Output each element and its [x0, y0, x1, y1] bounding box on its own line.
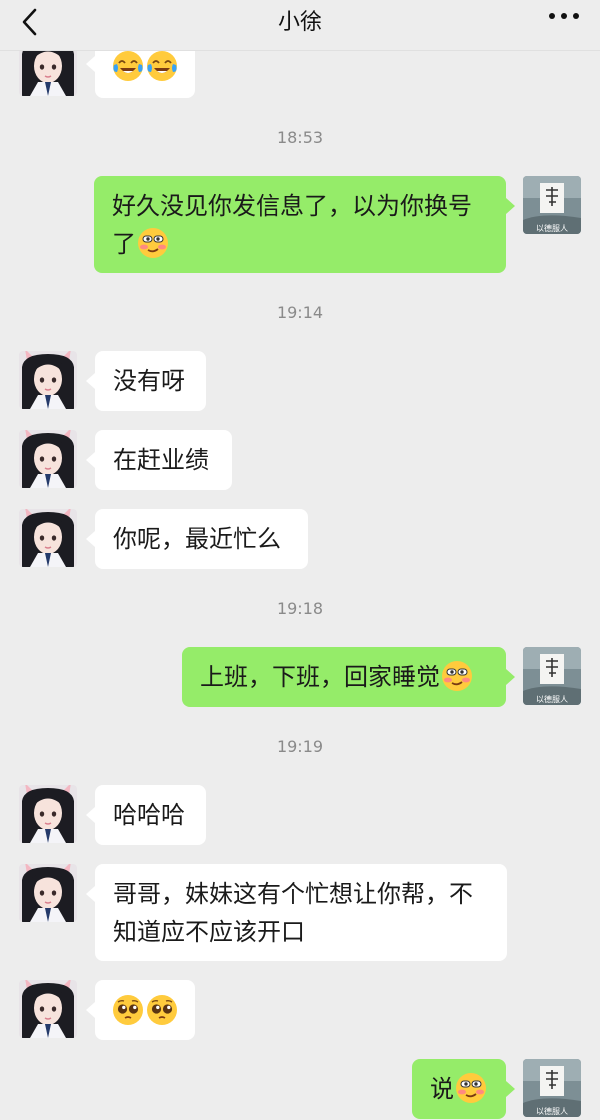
message-bubble-outgoing[interactable]: 好久没见你发信息了，以为你换号 了 [94, 176, 515, 273]
message-text: 没有呀 [113, 367, 185, 395]
smirk-emoji [455, 1072, 487, 1104]
timestamp: 19:18 [276, 599, 324, 618]
contact-avatar-image [19, 980, 77, 1038]
timestamp: 19:19 [276, 737, 324, 756]
smirk-emoji [137, 227, 169, 259]
pleading-emoji [112, 994, 144, 1026]
contact-avatar-image [19, 864, 77, 922]
message-text: 哈哈哈 [113, 801, 185, 829]
message-text: 说 [430, 1075, 454, 1103]
self-avatar[interactable]: 以德服人 [523, 647, 581, 705]
svg-text:以德服人: 以德服人 [536, 223, 568, 233]
message-text: 上班，下班，回家睡觉 [200, 663, 440, 691]
message-text: 知道应不应该开口 [113, 918, 305, 946]
contact-avatar[interactable] [19, 509, 77, 567]
message-bubble-incoming[interactable]: 没有呀 [86, 351, 206, 411]
message-bubble-outgoing[interactable]: 上班，下班，回家睡觉 [182, 647, 515, 707]
contact-avatar[interactable] [19, 980, 77, 1038]
contact-avatar-image [19, 509, 77, 567]
smirk-emoji [441, 660, 473, 692]
message-bubble-incoming[interactable]: 哈哈哈 [86, 785, 206, 845]
contact-avatar[interactable] [19, 785, 77, 843]
message-text: 哥哥，妹妹这有个忙想让你帮，不 [113, 880, 473, 908]
self-avatar[interactable]: 以德服人 [523, 176, 581, 234]
self-avatar[interactable]: 以德服人 [523, 1059, 581, 1117]
timestamp: 19:14 [276, 303, 324, 322]
contact-avatar-image [19, 785, 77, 843]
laugh-cry-emoji [112, 50, 144, 82]
more-button[interactable] [542, 2, 586, 32]
message-text: 了 [112, 230, 136, 258]
chat-header: 小徐 [0, 0, 600, 51]
message-bubble-incoming[interactable] [86, 980, 195, 1040]
contact-avatar[interactable] [19, 351, 77, 409]
chat-title: 小徐 [277, 10, 322, 35]
contact-avatar[interactable] [19, 864, 77, 922]
message-bubble-outgoing[interactable]: 说 [412, 1059, 515, 1119]
message-text: 好久没见你发信息了，以为你换号 [112, 192, 472, 220]
svg-text:以德服人: 以德服人 [536, 694, 568, 704]
message-bubble-incoming[interactable]: 你呢，最近忙么 [86, 509, 308, 569]
self-avatar-image: 以德服人 [523, 1059, 581, 1117]
pleading-emoji [146, 994, 178, 1026]
message-bubble-incoming[interactable]: 在赶业绩 [86, 430, 232, 490]
message-text: 在赶业绩 [113, 446, 209, 474]
timestamp: 18:53 [276, 128, 324, 147]
message-text: 你呢，最近忙么 [113, 525, 281, 553]
contact-avatar[interactable] [19, 430, 77, 488]
ellipsis-icon [549, 13, 579, 19]
self-avatar-image: 以德服人 [523, 176, 581, 234]
message-bubble-incoming[interactable]: 哥哥，妹妹这有个忙想让你帮，不 知道应不应该开口 [86, 864, 507, 961]
contact-avatar-image [19, 351, 77, 409]
svg-text:以德服人: 以德服人 [536, 1106, 568, 1116]
self-avatar-image: 以德服人 [523, 647, 581, 705]
laugh-cry-emoji [146, 50, 178, 82]
contact-avatar-image [19, 430, 77, 488]
